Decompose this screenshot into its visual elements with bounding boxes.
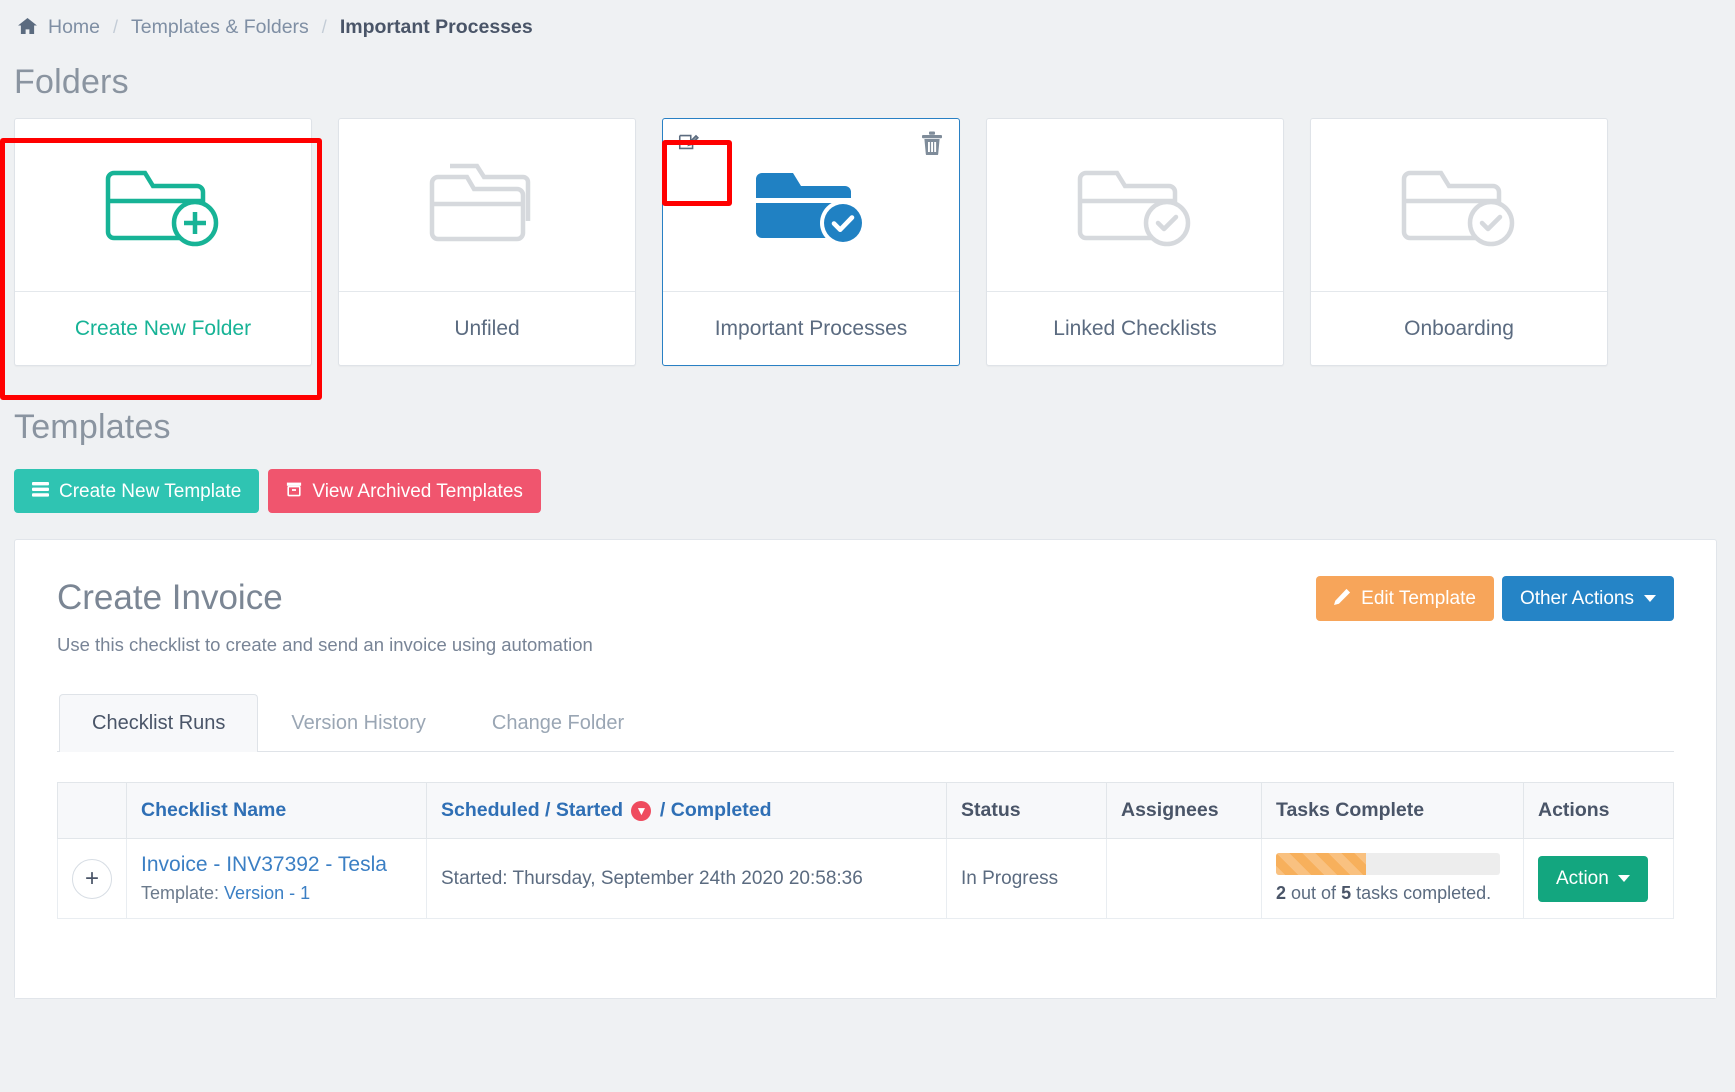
checklist-template-meta: Template: Version - 1 xyxy=(141,883,412,904)
table-head: Checklist Name Scheduled / Started ▼ / C… xyxy=(57,782,1674,839)
home-icon xyxy=(18,17,37,38)
folder-card-onboarding[interactable]: Onboarding xyxy=(1310,118,1608,366)
row-date-cell: Started: Thursday, September 24th 2020 2… xyxy=(426,838,947,919)
row-actions-cell: Action xyxy=(1523,838,1674,919)
tasks-progress-bar xyxy=(1276,853,1500,875)
view-archived-templates-label: View Archived Templates xyxy=(312,480,523,502)
folder-card-linked-checklists[interactable]: Linked Checklists xyxy=(986,118,1284,366)
row-expand-cell: + xyxy=(57,838,127,919)
breadcrumb-separator-2: / xyxy=(321,17,327,37)
other-actions-label: Other Actions xyxy=(1519,588,1634,609)
folders-grid: Create New Folder Unfiled Important Proc… xyxy=(0,118,1735,366)
checklist-run-link[interactable]: Invoice - INV37392 - Tesla xyxy=(141,853,412,877)
create-new-template-button[interactable]: Create New Template xyxy=(14,469,260,513)
template-label-prefix: Template: xyxy=(141,883,225,903)
tasks-progress-label: 2 out of 5 tasks completed. xyxy=(1276,883,1509,904)
th-status: Status xyxy=(946,782,1107,839)
folder-card-icon-area xyxy=(339,119,635,291)
tasks-text-suffix: tasks completed. xyxy=(1351,883,1492,903)
row-checklist-name-cell: Invoice - INV37392 - Tesla Template: Ver… xyxy=(126,838,427,919)
folder-card-icon-area xyxy=(1311,119,1607,291)
template-version-link[interactable]: Version - 1 xyxy=(224,883,310,903)
row-action-label: Action xyxy=(1556,867,1609,889)
tasks-text-prefix: out of xyxy=(1286,883,1342,903)
archive-box-icon xyxy=(286,481,302,501)
folder-card-unfiled[interactable]: Unfiled xyxy=(338,118,636,366)
page-title: Create Invoice xyxy=(57,578,283,617)
folder-card-label: Onboarding xyxy=(1311,291,1607,365)
th-expand xyxy=(57,782,127,839)
other-actions-button[interactable]: Other Actions xyxy=(1501,576,1674,621)
tasks-total-count: 5 xyxy=(1341,883,1352,903)
breadcrumb-separator-1: / xyxy=(113,17,119,37)
pencil-icon xyxy=(1334,588,1351,609)
breadcrumb-home-link[interactable]: Home xyxy=(48,16,100,39)
breadcrumb-current: Important Processes xyxy=(339,16,533,38)
th-dates[interactable]: Scheduled / Started ▼ / Completed xyxy=(426,782,947,839)
checklist-runs-table: Checklist Name Scheduled / Started ▼ / C… xyxy=(57,782,1674,919)
folder-card-icon-area xyxy=(987,119,1283,291)
folder-card-label: Linked Checklists xyxy=(987,291,1283,365)
th-tasks-complete: Tasks Complete xyxy=(1261,782,1524,839)
folder-plus-icon xyxy=(104,157,222,254)
view-archived-templates-button[interactable]: View Archived Templates xyxy=(268,469,541,513)
th-sep-1: / xyxy=(545,799,551,821)
table-body: + Invoice - INV37392 - Tesla Template: V… xyxy=(57,838,1674,919)
row-status-cell: In Progress xyxy=(946,838,1107,919)
panel-tabs: Checklist Runs Version History Change Fo… xyxy=(57,694,1674,752)
th-started-link[interactable]: Started xyxy=(556,799,623,821)
folder-card-label: Important Processes xyxy=(663,291,959,365)
table-row: + Invoice - INV37392 - Tesla Template: V… xyxy=(57,838,1674,919)
edit-template-label: Edit Template xyxy=(1361,588,1476,609)
chevron-down-icon xyxy=(1644,595,1656,602)
folder-card-icon-area xyxy=(663,119,959,291)
th-sep-2: / xyxy=(659,799,666,821)
panel-bottom-strip xyxy=(15,972,1716,998)
create-new-template-label: Create New Template xyxy=(59,480,242,502)
tasks-progress-fill xyxy=(1276,853,1366,875)
th-checklist-name[interactable]: Checklist Name xyxy=(126,782,427,839)
panel-header-actions: Edit Template Other Actions xyxy=(1316,576,1674,621)
folders-section-title: Folders xyxy=(14,63,129,101)
tab-change-folder[interactable]: Change Folder xyxy=(459,694,657,752)
th-completed-link[interactable]: Completed xyxy=(671,799,772,821)
page-root: Home / Templates & Folders / Important P… xyxy=(0,0,1735,1092)
folder-card-create-new[interactable]: Create New Folder xyxy=(14,118,312,366)
folder-card-important-processes[interactable]: Important Processes xyxy=(662,118,960,366)
table-header-row: Checklist Name Scheduled / Started ▼ / C… xyxy=(57,782,1674,839)
templates-section-title: Templates xyxy=(14,408,171,446)
sort-descending-icon[interactable]: ▼ xyxy=(631,800,652,821)
breadcrumb: Home / Templates & Folders / Important P… xyxy=(0,0,1735,49)
tasks-done-count: 2 xyxy=(1276,883,1287,903)
panel-header: Create Invoice Use this checklist to cre… xyxy=(57,568,1674,656)
row-assignees-cell xyxy=(1106,838,1262,919)
th-assignees: Assignees xyxy=(1106,782,1262,839)
tab-version-history[interactable]: Version History xyxy=(258,694,459,752)
folder-card-label: Unfiled xyxy=(339,291,635,365)
expand-row-button[interactable]: + xyxy=(72,858,112,899)
row-action-button[interactable]: Action xyxy=(1538,855,1648,902)
folder-check-icon xyxy=(752,157,870,254)
folder-check-icon xyxy=(1400,157,1518,254)
chevron-down-icon xyxy=(1617,875,1630,882)
list-icon xyxy=(32,481,49,501)
th-actions: Actions xyxy=(1523,782,1674,839)
folder-check-icon xyxy=(1076,157,1194,254)
tab-checklist-runs[interactable]: Checklist Runs xyxy=(59,694,259,752)
row-tasks-complete-cell: 2 out of 5 tasks completed. xyxy=(1261,838,1524,919)
breadcrumb-templates-folders-link[interactable]: Templates & Folders xyxy=(131,16,309,39)
th-scheduled-link[interactable]: Scheduled xyxy=(441,799,540,821)
checklist-runs-table-wrapper: Checklist Name Scheduled / Started ▼ / C… xyxy=(57,782,1674,959)
page-subtitle: Use this checklist to create and send an… xyxy=(57,634,593,655)
template-actions-bar: Create New Template View Archived Templa… xyxy=(0,469,1735,513)
folder-card-icon-area xyxy=(15,119,311,291)
panel-header-text: Create Invoice Use this checklist to cre… xyxy=(57,568,593,656)
folder-card-label: Create New Folder xyxy=(15,291,311,365)
template-detail-panel: Create Invoice Use this checklist to cre… xyxy=(14,539,1717,999)
edit-template-button[interactable]: Edit Template xyxy=(1316,576,1494,621)
folder-stack-icon xyxy=(428,157,546,254)
